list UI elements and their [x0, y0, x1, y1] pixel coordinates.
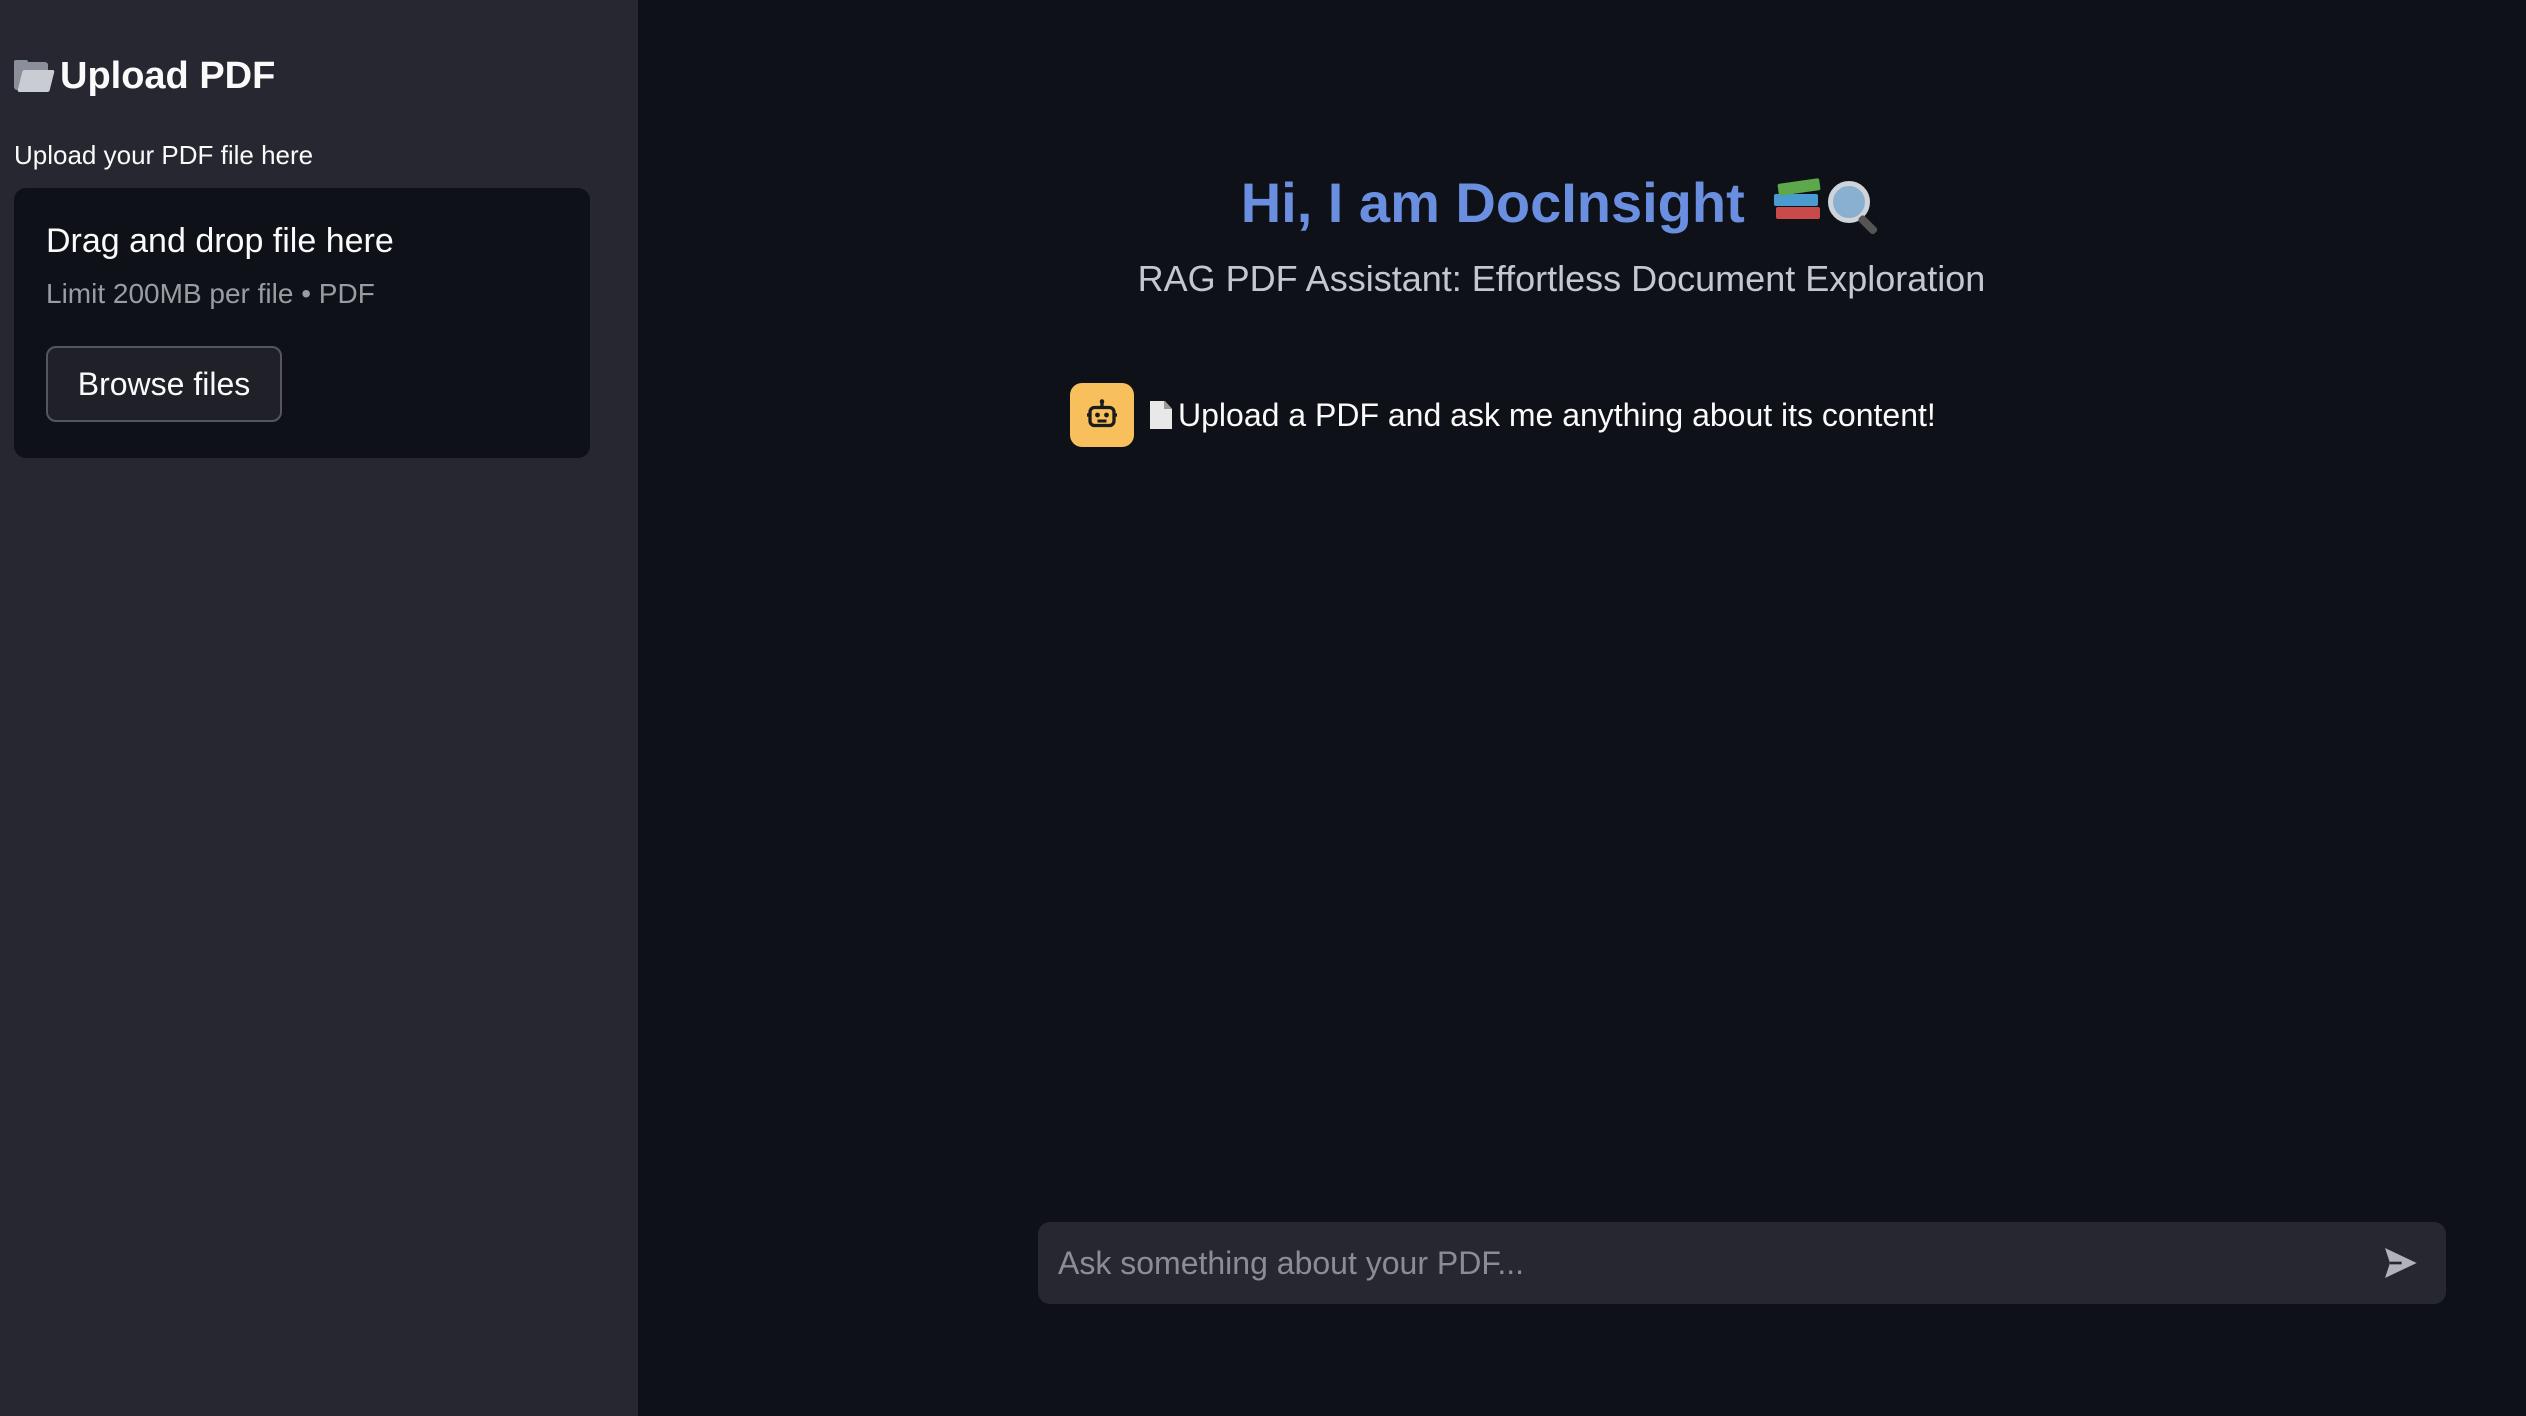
- send-icon: [2385, 1248, 2417, 1278]
- file-dropzone[interactable]: Drag and drop file here Limit 200MB per …: [14, 188, 590, 458]
- page-title: Hi, I am DocInsight: [638, 170, 2485, 236]
- send-button[interactable]: [2372, 1235, 2428, 1291]
- chat-input-container: [1038, 1222, 2446, 1304]
- page-subtitle: RAG PDF Assistant: Effortless Document E…: [1137, 258, 1986, 299]
- chat-input[interactable]: [1056, 1232, 2372, 1294]
- robot-icon: [1070, 383, 1134, 447]
- page-title-text: Hi, I am DocInsight: [1240, 171, 1745, 234]
- main-area: Hi, I am DocInsight RAG PDF Assistant: E…: [638, 0, 2526, 1416]
- books-icon: [1774, 178, 1822, 223]
- folder-icon: [14, 60, 55, 92]
- page-icon: [1150, 401, 1172, 429]
- sidebar-title: Upload PDF: [14, 50, 275, 102]
- message-text: Upload a PDF and ask me anything about i…: [1178, 396, 1936, 433]
- browse-files-button[interactable]: Browse files: [46, 346, 282, 422]
- sidebar-title-text: Upload PDF: [60, 54, 276, 97]
- app-root: Upload PDF Upload your PDF file here Dra…: [0, 0, 2526, 1416]
- upload-label: Upload your PDF file here: [14, 140, 314, 170]
- sidebar: Upload PDF Upload your PDF file here Dra…: [0, 0, 638, 1416]
- dropzone-title: Drag and drop file here: [46, 222, 394, 260]
- magnifier-icon: [1826, 179, 1882, 236]
- dropzone-limit: Limit 200MB per file • PDF: [46, 278, 375, 309]
- title-emojis: [1774, 178, 1882, 236]
- message-content: Upload a PDF and ask me anything about i…: [1150, 397, 1936, 434]
- assistant-message: Upload a PDF and ask me anything about i…: [1070, 382, 1936, 448]
